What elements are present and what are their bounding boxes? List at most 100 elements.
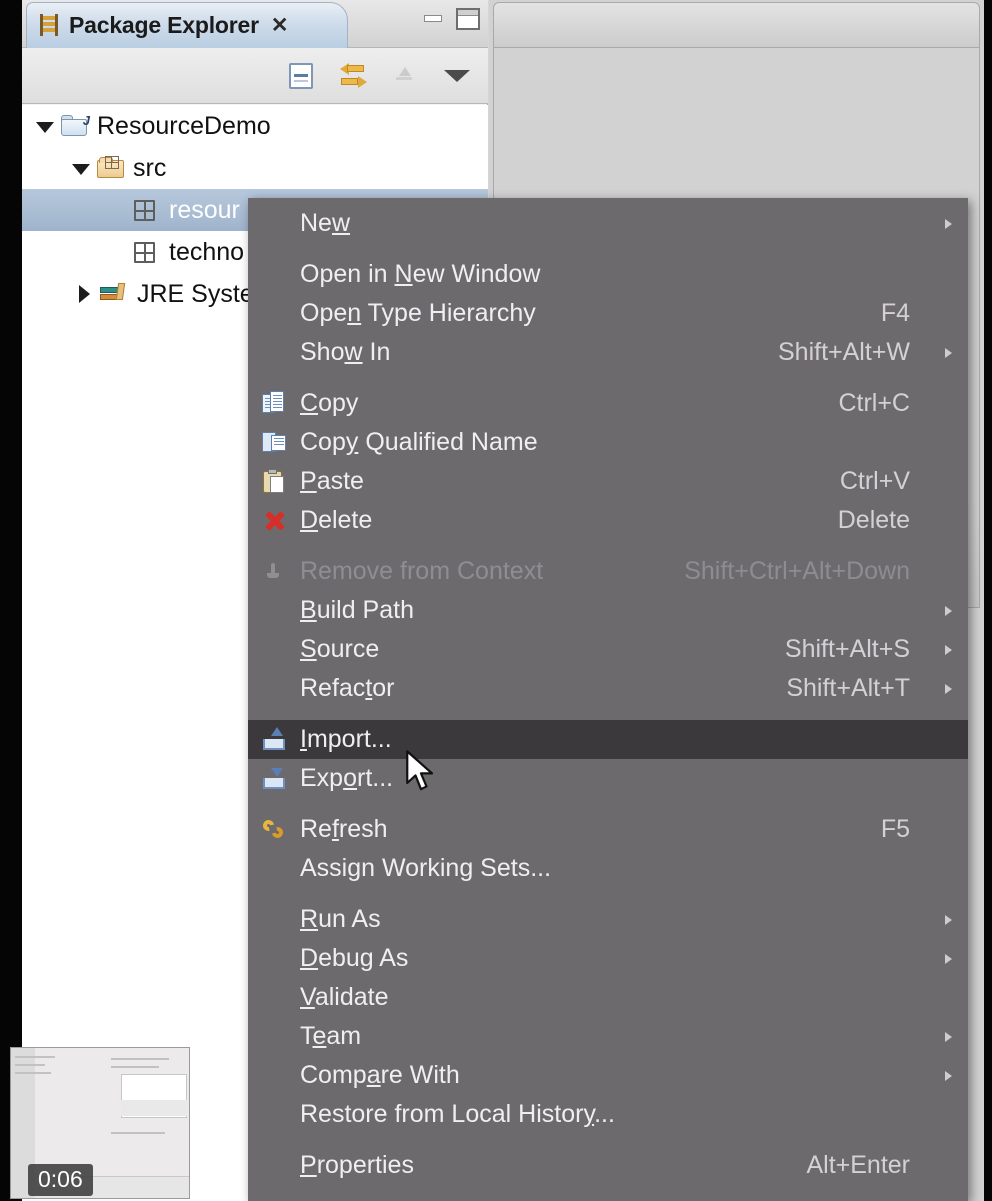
- paste-icon: [262, 468, 290, 495]
- context-menu[interactable]: New Open in New Window Open Type Hierarchy…: [248, 198, 968, 1201]
- submenu-arrow-icon: [945, 605, 952, 616]
- source-folder-icon: [96, 155, 126, 181]
- delete-icon: [262, 508, 290, 534]
- menu-separator: [248, 708, 968, 720]
- link-with-editor-icon[interactable]: [336, 59, 370, 93]
- menu-item-label: Remove from Context: [300, 557, 544, 585]
- menu-item-label: Import...: [300, 725, 392, 753]
- menu-item-shortcut: F5: [880, 815, 910, 843]
- tab-package-explorer[interactable]: Package Explorer ✕: [26, 2, 348, 48]
- submenu-arrow-icon: [945, 644, 952, 655]
- submenu-arrow-icon: [945, 953, 952, 964]
- minimize-icon[interactable]: [422, 9, 444, 29]
- focus-on-active-task-icon[interactable]: [388, 59, 422, 93]
- menu-item-shortcut: Shift+Alt+W: [778, 338, 910, 366]
- menu-item-restore-from-local-history[interactable]: Restore from Local History...: [248, 1095, 968, 1134]
- menu-item-new[interactable]: New: [248, 204, 968, 243]
- jre-library-icon: [100, 281, 130, 307]
- submenu-arrow-icon: [945, 1070, 952, 1081]
- view-window-controls: [422, 8, 480, 30]
- menu-separator: [248, 243, 968, 255]
- menu-item-delete[interactable]: Delete Delete: [248, 501, 968, 540]
- package-explorer-icon: [39, 13, 59, 38]
- menu-item-open-in-new-window[interactable]: Open in New Window: [248, 255, 968, 294]
- submenu-arrow-icon: [945, 683, 952, 694]
- tree-item-label: ResourceDemo: [97, 111, 271, 140]
- menu-item-label: Debug As: [300, 944, 409, 972]
- submenu-arrow-icon: [945, 218, 952, 229]
- letterbox-left: [0, 0, 22, 1201]
- view-tab-area: Package Explorer ✕: [22, 0, 488, 48]
- menu-item-shortcut: Shift+Ctrl+Alt+Down: [684, 557, 910, 585]
- copy-qualified-name-icon: [262, 430, 290, 456]
- editor-tab-strip[interactable]: [493, 2, 980, 48]
- import-icon: [262, 726, 290, 753]
- menu-item-paste[interactable]: Paste Ctrl+V: [248, 462, 968, 501]
- menu-item-label: Paste: [300, 467, 364, 495]
- letterbox-right: [984, 0, 992, 1201]
- menu-item-shortcut: Ctrl+V: [839, 467, 910, 495]
- menu-item-debug-as[interactable]: Debug As: [248, 939, 968, 978]
- refresh-icon: [260, 817, 290, 843]
- menu-item-label: Compare With: [300, 1061, 460, 1089]
- menu-item-label: Run As: [300, 905, 381, 933]
- menu-item-shortcut: Shift+Alt+T: [786, 674, 910, 702]
- menu-item-label: Properties: [300, 1151, 414, 1179]
- tree-item-label: techno: [169, 237, 245, 266]
- menu-item-label: Team: [300, 1022, 362, 1050]
- tree-item-label: resour: [169, 195, 240, 224]
- menu-item-copy-qualified-name[interactable]: Copy Qualified Name: [248, 423, 968, 462]
- maximize-icon[interactable]: [456, 8, 480, 30]
- chevron-down-icon[interactable]: [34, 115, 56, 137]
- view-title: Package Explorer: [69, 12, 259, 38]
- menu-item-refresh[interactable]: Refresh F5: [248, 810, 968, 849]
- tree-item-label: JRE Syste: [137, 279, 254, 308]
- menu-item-label: Copy: [300, 389, 359, 417]
- view-menu-icon[interactable]: [440, 59, 474, 93]
- tree-item-label: src: [133, 153, 167, 182]
- menu-item-properties[interactable]: Properties Alt+Enter: [248, 1146, 968, 1185]
- menu-item-assign-working-sets[interactable]: Assign Working Sets...: [248, 849, 968, 888]
- chevron-down-icon[interactable]: [70, 157, 92, 179]
- menu-item-shortcut: F4: [880, 299, 910, 327]
- menu-item-label: Refresh: [300, 815, 388, 843]
- tree-item-src[interactable]: src: [22, 147, 488, 189]
- menu-item-team[interactable]: Team: [248, 1017, 968, 1056]
- collapse-all-icon[interactable]: [284, 59, 318, 93]
- menu-item-label: Restore from Local History...: [300, 1100, 615, 1128]
- copy-icon: [262, 390, 290, 417]
- chevron-right-icon[interactable]: [74, 283, 96, 305]
- menu-separator: [248, 1134, 968, 1146]
- video-frame: clara Package Explorer ✕: [0, 0, 992, 1201]
- menu-item-validate[interactable]: Validate: [248, 978, 968, 1017]
- menu-item-label: Open in New Window: [300, 260, 541, 288]
- menu-item-run-as[interactable]: Run As: [248, 900, 968, 939]
- menu-item-label: Assign Working Sets...: [300, 854, 552, 882]
- menu-item-label: Build Path: [300, 596, 414, 624]
- menu-item-export[interactable]: Export...: [248, 759, 968, 798]
- menu-separator: [248, 888, 968, 900]
- remove-from-context-icon: [262, 559, 290, 585]
- menu-item-show-in[interactable]: Show In Shift+Alt+W: [248, 333, 968, 372]
- menu-separator: [248, 372, 968, 384]
- menu-item-label: Show In: [300, 338, 391, 366]
- menu-item-build-path[interactable]: Build Path: [248, 591, 968, 630]
- menu-item-shortcut: Shift+Alt+S: [784, 635, 910, 663]
- menu-item-import[interactable]: Import...: [248, 720, 968, 759]
- menu-item-refactor[interactable]: Refactor Shift+Alt+T: [248, 669, 968, 708]
- menu-item-open-type-hierarchy[interactable]: Open Type Hierarchy F4: [248, 294, 968, 333]
- close-icon[interactable]: ✕: [271, 15, 289, 36]
- menu-item-compare-with[interactable]: Compare With: [248, 1056, 968, 1095]
- menu-item-label: Open Type Hierarchy: [300, 299, 536, 327]
- menu-item-copy[interactable]: Copy Ctrl+C: [248, 384, 968, 423]
- menu-separator: [248, 798, 968, 810]
- view-toolbar: [22, 48, 488, 104]
- menu-item-source[interactable]: Source Shift+Alt+S: [248, 630, 968, 669]
- submenu-arrow-icon: [945, 1031, 952, 1042]
- menu-item-shortcut: Delete: [837, 506, 910, 534]
- tree-item-resourcedemo[interactable]: J ResourceDemo: [22, 105, 488, 147]
- menu-item-label: Delete: [300, 506, 373, 534]
- menu-item-label: Export...: [300, 764, 394, 792]
- export-icon: [262, 766, 290, 792]
- menu-item-remove-from-context: Remove from Context Shift+Ctrl+Alt+Down: [248, 552, 968, 591]
